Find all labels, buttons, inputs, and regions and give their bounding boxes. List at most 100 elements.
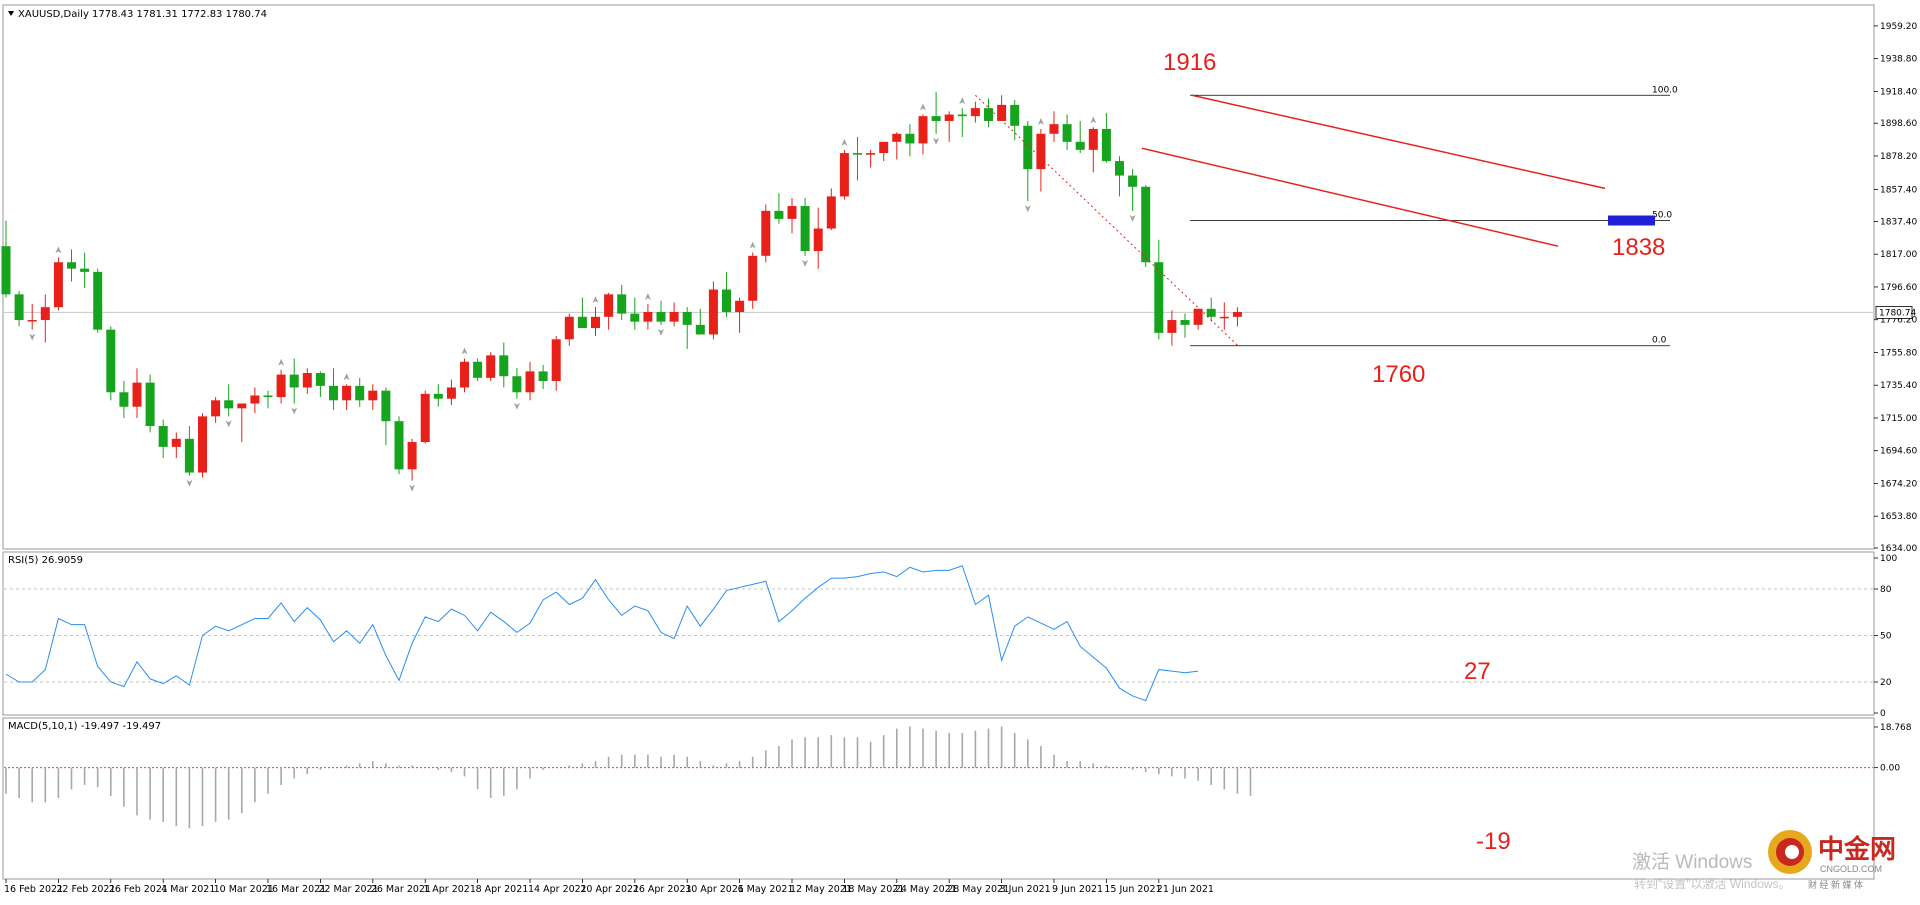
date-tick-label: 21 Jun 2021 — [1157, 884, 1214, 895]
windows-watermark: 激活 Windows 转到"设置"以激活 Windows。 — [1632, 851, 1791, 891]
fractal-up-icon — [343, 373, 350, 381]
date-tick-label: 10 Mar 2021 — [214, 884, 274, 895]
fib-level-label: 100.0 — [1652, 85, 1678, 95]
candle-body — [722, 289, 731, 313]
candle-body — [1036, 133, 1046, 170]
watermark-line2: 转到"设置"以激活 Windows。 — [1634, 876, 1791, 891]
candle-body — [486, 355, 496, 378]
price-tick-label: 1634.00 — [1880, 544, 1917, 554]
price-tick-label: 1817.00 — [1880, 250, 1917, 260]
date-tick-label: 16 Mar 2021 — [266, 884, 326, 895]
date-tick-label: 1 Apr 2021 — [423, 884, 476, 895]
price-tick-label: 1715.00 — [1880, 414, 1917, 424]
candle-body — [1115, 161, 1124, 176]
fractal-down-icon — [933, 137, 940, 145]
price-axis: 1959.20 1938.80 1918.40 1898.60 1878.20 1857.… — [1874, 22, 1917, 554]
rsi-axis: 100 80 50 20 0 — [1874, 554, 1897, 719]
annotation-low: 1760 — [1372, 361, 1425, 388]
rsi-tick-label: 50 — [1880, 632, 1892, 642]
fractal-up-icon — [1090, 116, 1097, 124]
candle-body — [866, 153, 876, 155]
candle-body — [276, 374, 286, 398]
candle-body — [1219, 316, 1229, 319]
candle-body — [892, 133, 902, 142]
price-tick-label: 1653.80 — [1880, 512, 1917, 522]
fractal-up-icon — [959, 97, 966, 105]
price-tick-label: 1857.40 — [1880, 185, 1917, 195]
rsi-polyline — [5, 565, 1199, 702]
candle-body — [1049, 124, 1059, 134]
candle-body — [53, 262, 63, 308]
date-tick-label: 26 Apr 2021 — [633, 884, 692, 895]
fractal-down-icon — [291, 407, 298, 415]
date-axis: 16 Feb 202122 Feb 202126 Feb 20214 Mar 2… — [4, 879, 1214, 895]
date-tick-label: 26 Feb 2021 — [109, 884, 168, 895]
candlestick-series[interactable] — [1, 92, 1242, 481]
candle-body — [1075, 141, 1085, 150]
ohlc-values: 1778.43 1781.31 1772.83 1780.74 — [92, 9, 267, 20]
candle-body — [460, 361, 469, 388]
candle-body — [211, 400, 221, 417]
candle-body — [1010, 104, 1020, 126]
price-tick-label: 1938.80 — [1880, 55, 1917, 65]
candle-body — [1193, 308, 1203, 325]
candle-body — [1088, 128, 1098, 150]
candle-body — [40, 307, 50, 321]
candle-body — [27, 320, 37, 322]
candle-body — [1101, 128, 1111, 162]
candle-body — [630, 313, 640, 322]
panel-frames — [2, 4, 1875, 880]
candle-body — [1232, 312, 1242, 317]
candle-body — [250, 395, 260, 404]
candle-body — [67, 262, 76, 269]
price-tick-label: 1837.40 — [1880, 217, 1917, 227]
main-panel-frame — [2, 4, 1875, 550]
rsi-tick-label: 100 — [1880, 554, 1897, 564]
candle-body — [591, 316, 600, 329]
candle-body — [342, 385, 352, 401]
candle-body — [761, 210, 771, 256]
logo-name: 中金网 — [1818, 834, 1896, 864]
candle-body — [394, 421, 404, 470]
candle-body — [368, 390, 378, 401]
channel-lower-line — [1141, 147, 1559, 247]
rsi-panel-frame — [2, 551, 1875, 716]
fractal-down-icon — [409, 484, 416, 492]
candle-body — [1180, 320, 1190, 325]
macd-label: MACD(5,10,1) -19.497 -19.497 — [8, 721, 161, 732]
current-price-tag: 1780.74 — [1875, 306, 1916, 319]
macd-histogram — [4, 726, 1873, 829]
candle-body — [145, 382, 155, 426]
candle-body — [433, 393, 443, 399]
date-tick-label: 3 Jun 2021 — [1000, 884, 1051, 895]
date-tick-label: 20 Apr 2021 — [580, 884, 639, 895]
date-tick-label: 22 Feb 2021 — [56, 884, 115, 895]
price-tick-label: 1735.40 — [1880, 381, 1917, 391]
fractal-markers — [29, 97, 1136, 492]
candle-body — [315, 373, 325, 386]
date-tick-label: 14 Apr 2021 — [528, 884, 587, 895]
rsi-tick-label: 0 — [1880, 709, 1886, 719]
rsi-tick-label: 20 — [1880, 678, 1892, 688]
candle-body — [813, 228, 823, 251]
price-tick-label: 1918.40 — [1880, 87, 1917, 97]
macd-axis: 18.768 0.00 — [1874, 723, 1912, 774]
candle-body — [1023, 125, 1033, 170]
fractal-up-icon — [841, 138, 848, 146]
collapse-triangle-icon[interactable] — [8, 11, 14, 16]
candle-body — [14, 294, 24, 321]
candle-body — [997, 104, 1007, 121]
fibonacci-retracement[interactable]: 100.0 50.0 0.0 — [975, 85, 1678, 347]
fractal-up-icon — [920, 103, 926, 111]
trend-channel[interactable] — [1141, 94, 1606, 247]
fractal-up-icon — [592, 296, 599, 304]
candle-body — [1128, 175, 1138, 187]
target-box — [1608, 215, 1655, 226]
chart-window[interactable]: 100.0 50.0 0.0 XAUUSD,Daily 1778.43 1781.3… — [0, 0, 1920, 900]
chart-canvas[interactable]: 100.0 50.0 0.0 XAUUSD,Daily 1778.43 1781.3… — [0, 0, 1920, 900]
rsi-line — [5, 565, 1199, 702]
fractal-down-icon — [1024, 205, 1031, 213]
fib-level-label: 0.0 — [1652, 336, 1667, 346]
candle-body — [905, 133, 915, 144]
date-tick-label: 15 Jun 2021 — [1104, 884, 1161, 895]
